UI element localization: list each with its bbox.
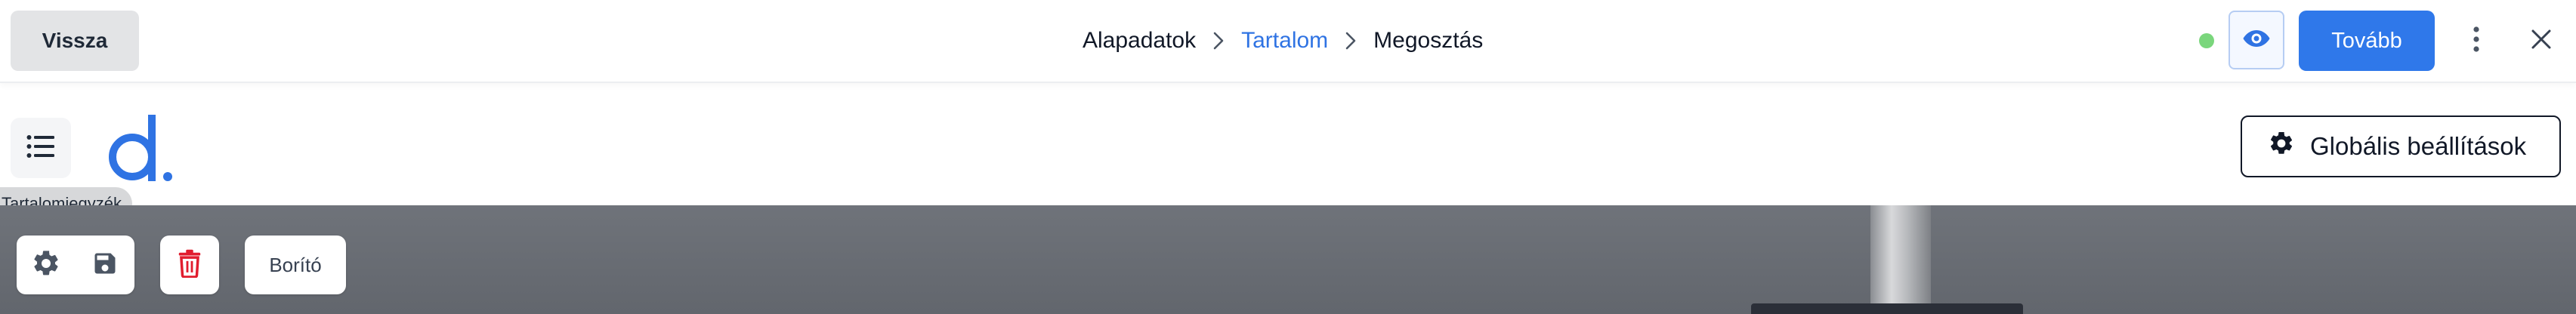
top-bar: Vissza Alapadatok Tartalom Megosztás Tov… (0, 0, 2576, 83)
more-options-button[interactable] (2461, 18, 2491, 63)
breadcrumb-item-basics[interactable]: Alapadatok (1083, 28, 1196, 54)
breadcrumb-item-sharing[interactable]: Megosztás (1373, 28, 1483, 54)
more-vertical-icon (2473, 26, 2480, 57)
preview-button[interactable] (2229, 11, 2284, 69)
list-icon (26, 134, 55, 162)
gear-icon (2268, 130, 2295, 163)
trash-icon (178, 249, 202, 282)
block-tools-group (17, 236, 134, 294)
chevron-right-icon (1328, 31, 1373, 51)
block-delete-button[interactable] (160, 236, 219, 294)
eye-icon (2242, 29, 2271, 52)
cover-image-shape (1751, 303, 2023, 314)
status-indicator (2199, 33, 2214, 48)
global-settings-label: Globális beállítások (2310, 132, 2527, 160)
block-delete-group (160, 236, 219, 294)
gear-icon (31, 248, 61, 282)
block-save-button[interactable] (76, 236, 134, 294)
breadcrumb-item-content[interactable]: Tartalom (1241, 28, 1328, 54)
cover-image-pole (1870, 205, 1931, 314)
save-icon (91, 250, 119, 281)
back-button[interactable]: Vissza (11, 11, 139, 71)
next-button[interactable]: Tovább (2299, 11, 2435, 71)
breadcrumb: Alapadatok Tartalom Megosztás (1083, 23, 1483, 59)
chevron-right-icon (1196, 31, 1241, 51)
close-button[interactable] (2523, 23, 2559, 59)
block-settings-button[interactable] (17, 236, 76, 294)
cover-block-label[interactable]: Borító (245, 236, 346, 294)
cover-image (0, 205, 2576, 314)
close-icon (2531, 29, 2552, 54)
table-of-contents-button[interactable] (11, 118, 71, 178)
brand-logo (104, 113, 175, 184)
global-settings-button[interactable]: Globális beállítások (2241, 115, 2561, 177)
